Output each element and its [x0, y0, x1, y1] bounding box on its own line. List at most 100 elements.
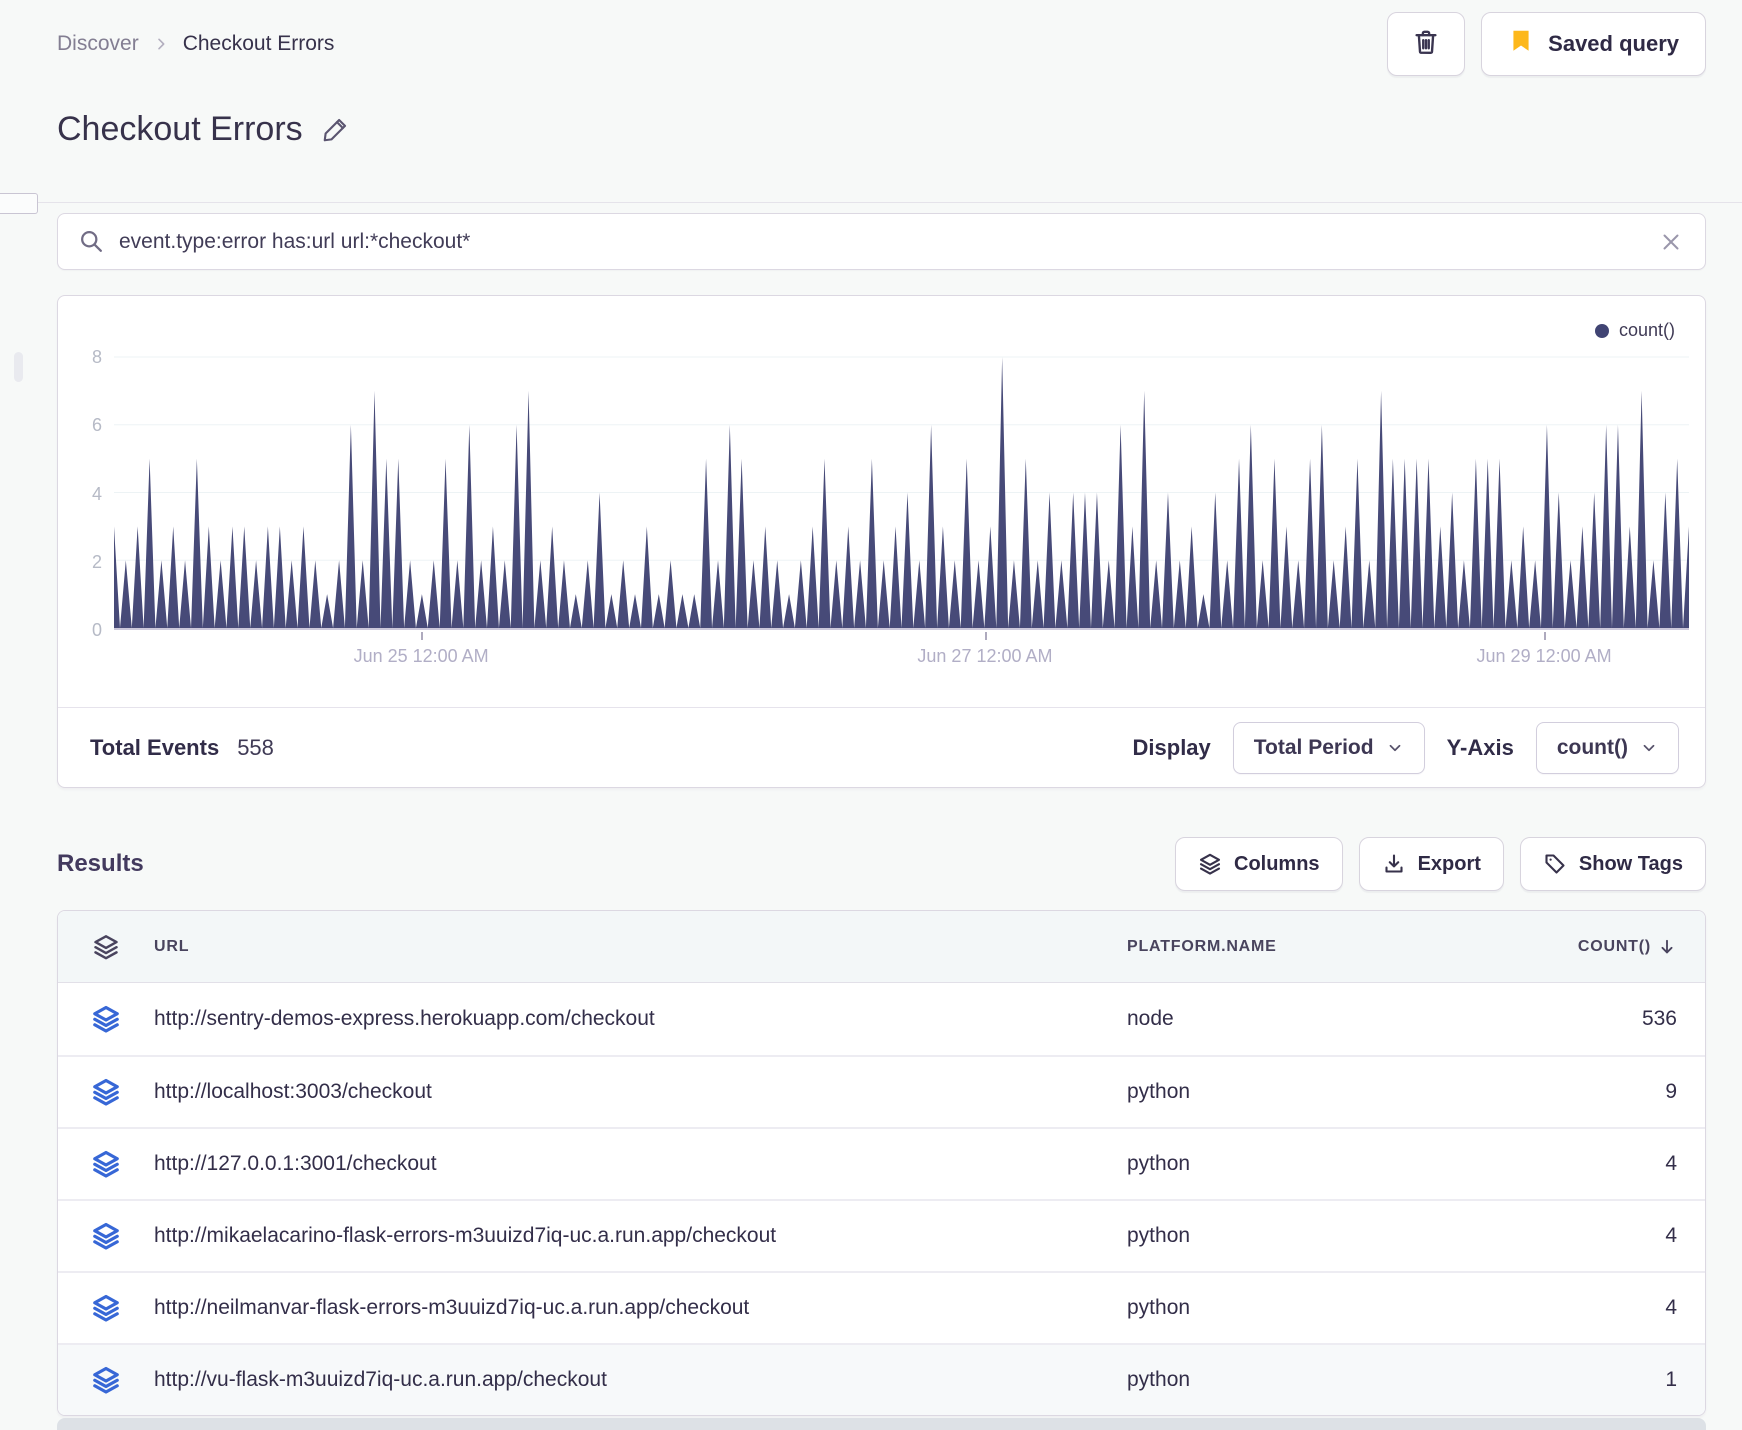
chevron-down-icon	[1640, 739, 1658, 757]
panel-drag-handle[interactable]	[0, 193, 38, 214]
layers-icon	[1198, 852, 1222, 876]
chart-controls: Display Total Period Y-Axis count()	[1132, 721, 1679, 774]
display-dropdown[interactable]: Total Period	[1232, 721, 1425, 774]
chart-legend[interactable]: count()	[1594, 320, 1675, 341]
total-events-label: Total Events	[90, 734, 220, 760]
search-bar	[57, 213, 1706, 270]
bookmark-icon	[1508, 28, 1534, 60]
tag-icon	[1543, 852, 1567, 876]
layers-icon[interactable]	[58, 1149, 154, 1179]
results-buttons: Columns Export Show Tags	[1175, 837, 1706, 891]
layers-icon[interactable]	[58, 1293, 154, 1323]
chart-footer: Total Events 558 Display Total Period Y-…	[58, 707, 1705, 787]
url-cell[interactable]: http://mikaelacarino-flask-errors-m3uuiz…	[154, 1224, 1127, 1248]
total-events: Total Events 558	[90, 735, 274, 761]
platform-cell: node	[1127, 1007, 1174, 1030]
legend-label: count()	[1618, 320, 1675, 340]
breadcrumb-discover-link[interactable]: Discover	[57, 32, 139, 56]
table-row[interactable]: http://neilmanvar-flask-errors-m3uuizd7i…	[58, 1271, 1705, 1343]
count-cell: 4	[1665, 1296, 1677, 1319]
title-row: Checkout Errors	[57, 104, 1706, 154]
chart-x-axis-ticks	[114, 632, 1689, 640]
total-events-value: 558	[237, 734, 274, 760]
page-header: Discover Checkout Errors Saved query	[57, 12, 1706, 76]
column-header-url[interactable]: URL	[154, 938, 1127, 956]
breadcrumb: Discover Checkout Errors	[57, 32, 334, 56]
close-icon[interactable]	[1659, 230, 1683, 254]
table-row[interactable]: http://mikaelacarino-flask-errors-m3uuiz…	[58, 1199, 1705, 1271]
y-axis-tick-label: 8	[91, 347, 102, 367]
results-table: URL PLATFORM.NAME COUNT() http://sentry-…	[57, 910, 1706, 1416]
next-section-edge	[57, 1418, 1706, 1430]
saved-query-label: Saved query	[1548, 31, 1679, 56]
count-cell: 1	[1665, 1368, 1677, 1391]
page-divider	[0, 193, 1742, 214]
platform-cell: python	[1127, 1296, 1191, 1319]
header-actions: Saved query	[1387, 12, 1706, 76]
search-icon	[78, 228, 105, 255]
layers-icon[interactable]	[58, 933, 154, 961]
page-title: Checkout Errors	[57, 109, 303, 148]
count-cell: 4	[1665, 1152, 1677, 1175]
layers-icon[interactable]	[58, 1077, 154, 1107]
table-row[interactable]: http://sentry-demos-express.herokuapp.co…	[58, 983, 1705, 1055]
url-cell[interactable]: http://vu-flask-m3uuizd7iq-uc.a.run.app/…	[154, 1368, 1127, 1392]
count-cell: 9	[1665, 1080, 1677, 1103]
chart-y-axis-labels: 0 2 4 6 8	[58, 347, 102, 640]
platform-cell: python	[1127, 1224, 1191, 1247]
url-cell[interactable]: http://127.0.0.1:3001/checkout	[154, 1152, 1127, 1176]
legend-dot-icon	[1594, 323, 1609, 338]
platform-cell: python	[1127, 1152, 1191, 1175]
columns-button-label: Columns	[1234, 852, 1320, 875]
x-axis-tick-label: Jun 27 12:00 AM	[917, 646, 1053, 666]
trash-icon	[1411, 27, 1441, 62]
display-label: Display	[1132, 734, 1211, 760]
show-tags-button[interactable]: Show Tags	[1519, 837, 1706, 891]
saved-query-button[interactable]: Saved query	[1481, 12, 1706, 76]
column-header-count[interactable]: COUNT()	[1567, 937, 1677, 957]
events-chart-panel: count() 0 2 4 6 8 Jun 25 12:00 AM Jun 27 12:0…	[57, 295, 1706, 788]
results-header: Results Columns Export Show Tags	[57, 836, 1706, 892]
delete-query-button[interactable]	[1387, 12, 1466, 76]
chart-plot[interactable]	[114, 349, 1689, 630]
show-tags-button-label: Show Tags	[1578, 852, 1683, 875]
export-button-label: Export	[1417, 852, 1481, 875]
url-cell[interactable]: http://localhost:3003/checkout	[154, 1080, 1127, 1104]
table-row[interactable]: http://localhost:3003/checkout python 9	[58, 1055, 1705, 1127]
url-cell[interactable]: http://neilmanvar-flask-errors-m3uuizd7i…	[154, 1296, 1127, 1320]
url-cell[interactable]: http://sentry-demos-express.herokuapp.co…	[154, 1007, 1127, 1031]
chevron-right-icon	[153, 36, 169, 52]
sort-desc-arrow-icon	[1657, 937, 1677, 957]
count-cell: 4	[1665, 1224, 1677, 1247]
x-axis-tick-label: Jun 25 12:00 AM	[353, 646, 489, 666]
platform-cell: python	[1127, 1080, 1191, 1103]
count-cell: 536	[1641, 1007, 1677, 1030]
display-dropdown-value: Total Period	[1253, 735, 1374, 759]
results-table-body: http://sentry-demos-express.herokuapp.co…	[58, 983, 1705, 1415]
page: Discover Checkout Errors Saved query Che…	[0, 0, 1742, 1430]
layers-icon[interactable]	[58, 1004, 154, 1034]
y-axis-tick-label: 2	[91, 551, 102, 572]
table-row[interactable]: http://127.0.0.1:3001/checkout python 4	[58, 1127, 1705, 1199]
results-table-header: URL PLATFORM.NAME COUNT()	[58, 911, 1705, 983]
download-icon	[1382, 852, 1406, 876]
chevron-down-icon	[1386, 739, 1404, 757]
chart-x-axis-labels: Jun 25 12:00 AM Jun 27 12:00 AM Jun 29 12:…	[114, 646, 1689, 670]
edit-pencil-icon[interactable]	[321, 114, 351, 144]
search-input[interactable]	[119, 229, 1645, 254]
yaxis-label: Y-Axis	[1446, 734, 1514, 760]
y-axis-tick-label: 4	[91, 483, 102, 504]
platform-cell: python	[1127, 1368, 1191, 1391]
columns-button[interactable]: Columns	[1175, 837, 1343, 891]
layers-icon[interactable]	[58, 1221, 154, 1251]
layers-icon[interactable]	[58, 1365, 154, 1395]
sidebar-collapse-handle[interactable]	[14, 352, 23, 382]
column-header-platform[interactable]: PLATFORM.NAME	[1127, 938, 1567, 956]
yaxis-dropdown[interactable]: count()	[1535, 721, 1679, 774]
y-axis-tick-label: 0	[91, 620, 102, 640]
results-heading: Results	[57, 850, 144, 877]
y-axis-tick-label: 6	[91, 415, 102, 436]
x-axis-tick-label: Jun 29 12:00 AM	[1476, 646, 1612, 666]
table-row[interactable]: http://vu-flask-m3uuizd7iq-uc.a.run.app/…	[58, 1343, 1705, 1415]
export-button[interactable]: Export	[1358, 837, 1504, 891]
